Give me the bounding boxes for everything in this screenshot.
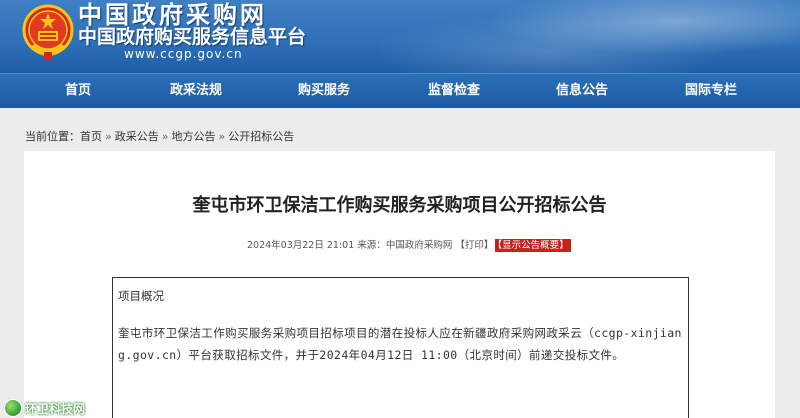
source-label: 来源： (357, 240, 386, 251)
source-name: 中国政府采购网 (385, 240, 453, 251)
breadcrumb-prefix: 当前位置： (25, 130, 80, 143)
publish-datetime: 2024年03月22日 21:01 (247, 240, 355, 251)
content-box: 项目概况 奎屯市环卫保洁工作购买服务采购项目招标项目的潜在投标人应在新疆政府采购… (112, 277, 689, 418)
nav-item-announcements[interactable]: 信息公告 (556, 74, 608, 108)
nav-item-purchase-services[interactable]: 购买服务 (298, 74, 350, 108)
nav-item-international[interactable]: 国际专栏 (685, 74, 737, 108)
main-nav: 首页 政采法规 购买服务 监督检查 信息公告 国际专栏 (0, 73, 800, 108)
nav-item-home[interactable]: 首页 (65, 74, 91, 108)
article-meta: 2024年03月22日 21:01 来源：中国政府采购网 【打印】 【显示公告概要… (247, 237, 571, 252)
watermark-text: 环卫科技网 (25, 401, 86, 416)
article-title: 奎屯市环卫保洁工作购买服务采购项目公开招标公告 (192, 195, 607, 216)
show-summary-button[interactable]: 【显示公告概要】 (495, 239, 571, 252)
article-body: 奎屯市环卫保洁工作购买服务采购项目招标项目的潜在投标人应在新疆政府采购网政采云（… (118, 326, 682, 362)
breadcrumb-gov-procurement[interactable]: 政采公告 (115, 130, 159, 143)
site-url[interactable]: www.ccgp.gov.cn (124, 47, 243, 61)
breadcrumb-separator: » (218, 130, 226, 143)
header-banner: 中国政府采购网 中国政府购买服务信息平台 www.ccgp.gov.cn (0, 0, 800, 73)
print-button[interactable]: 【打印】 (455, 240, 493, 251)
watermark-logo-icon (4, 399, 22, 417)
site-title: 中国政府采购网 (78, 0, 267, 29)
section-heading: 项目概况 (118, 289, 164, 303)
breadcrumb-home[interactable]: 首页 (80, 130, 102, 143)
article-panel: 奎屯市环卫保洁工作购买服务采购项目公开招标公告 2024年03月22日 21:0… (24, 151, 775, 418)
nav-item-supervision[interactable]: 监督检查 (428, 74, 480, 108)
breadcrumb-separator: » (161, 130, 169, 143)
national-emblem-icon (22, 4, 74, 60)
breadcrumb-local[interactable]: 地方公告 (171, 130, 215, 143)
banner-decoration (380, 0, 800, 73)
watermark: 环卫科技网 (4, 399, 85, 417)
breadcrumb-public-tender[interactable]: 公开招标公告 (228, 130, 294, 143)
breadcrumb-separator: » (105, 130, 112, 143)
site-subtitle: 中国政府购买服务信息平台 (78, 26, 307, 48)
breadcrumb: 当前位置：首页» 政采公告» 地方公告» 公开招标公告 (25, 128, 294, 144)
nav-item-regulations[interactable]: 政采法规 (170, 74, 222, 108)
